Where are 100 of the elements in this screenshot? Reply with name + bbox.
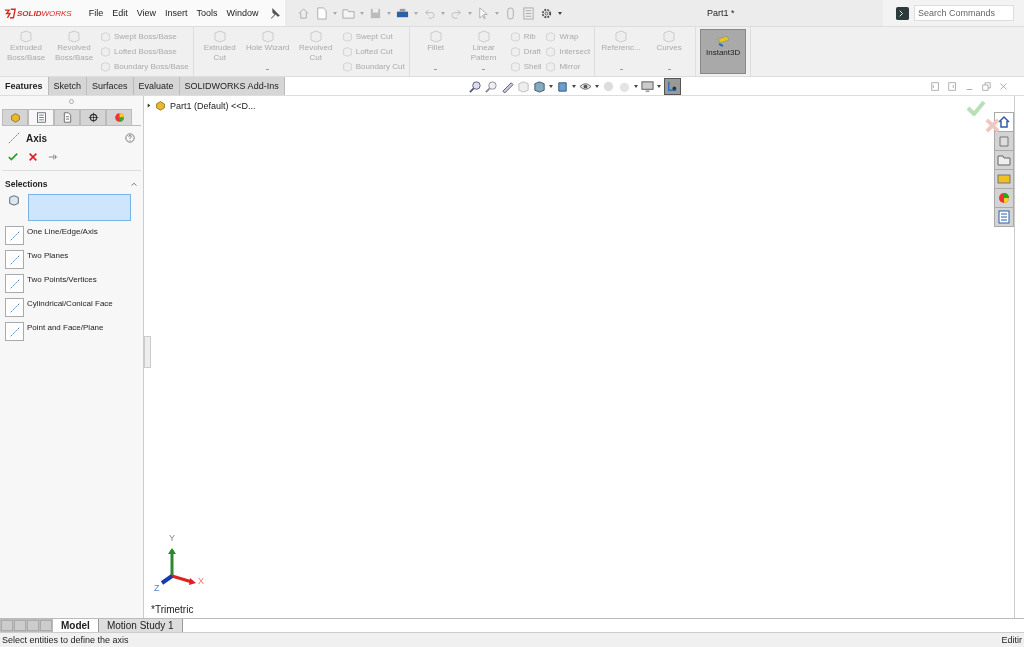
axis-label: Z (154, 584, 160, 593)
terminal-icon (896, 6, 909, 20)
close-icon[interactable] (999, 81, 1008, 91)
feature-icon (545, 31, 557, 42)
list-icon (35, 112, 47, 123)
option-label: One Line/Edge/Axis (27, 226, 98, 236)
document-tab[interactable]: Motion Study 1 (98, 619, 183, 632)
option-button[interactable] (5, 298, 24, 317)
feature-icon (100, 31, 111, 42)
tile-left-icon[interactable] (931, 81, 940, 91)
zoom-area-icon[interactable] (485, 79, 498, 93)
caret-icon[interactable] (558, 11, 562, 15)
close-icon[interactable] (28, 152, 38, 162)
paperclip-icon[interactable] (504, 6, 517, 20)
document-title: Part1 * (707, 8, 735, 18)
option-label: Cylindrical/Conical Face (27, 298, 113, 308)
feature-icon (509, 46, 521, 57)
scroll-arrow-button[interactable] (27, 620, 39, 631)
search-field[interactable]: Search Commands (914, 5, 1014, 21)
command-tab[interactable]: Evaluate (133, 77, 180, 95)
menu-item[interactable]: Tools (196, 8, 218, 18)
view-settings-icon[interactable] (664, 77, 681, 95)
save-icon[interactable] (369, 6, 382, 20)
scroll-arrow-button[interactable] (14, 620, 26, 631)
feature-icon (341, 31, 353, 42)
folder-icon[interactable] (342, 6, 355, 20)
part-icon (9, 112, 21, 123)
collapse-caret-icon[interactable] (130, 180, 138, 188)
configuration-icon (61, 112, 73, 123)
menu-item[interactable]: Insert (165, 8, 188, 18)
instant3d-button[interactable]: Instant3D (700, 29, 747, 74)
cursor-icon[interactable] (477, 6, 490, 20)
home-icon[interactable] (994, 112, 1014, 132)
pie-icon (113, 112, 125, 123)
view-name: *Trimetric (151, 604, 194, 615)
restore-icon[interactable] (982, 81, 991, 91)
feature-icon (341, 61, 353, 72)
scroll-arrow-button[interactable] (1, 620, 13, 631)
feature-icon (545, 46, 557, 57)
axis-label: Y (169, 534, 175, 543)
panel-tab[interactable] (80, 109, 106, 125)
feature-icon (509, 61, 521, 72)
option-label: Two Points/Vertices (27, 274, 97, 284)
feature-icon (100, 61, 111, 72)
tile-right-icon[interactable] (948, 81, 957, 91)
selection-field[interactable] (28, 194, 131, 221)
menu-item[interactable]: File (88, 8, 104, 18)
menu-item[interactable]: Edit (112, 8, 128, 18)
axis-label: X (198, 577, 204, 586)
part-icon (155, 100, 166, 111)
menu-item[interactable]: Window (226, 8, 259, 18)
checkmark-icon[interactable] (8, 152, 18, 162)
caret-icon[interactable] (572, 84, 576, 88)
option-button[interactable] (5, 322, 24, 341)
option-button[interactable] (5, 226, 24, 245)
crosshair-icon (87, 112, 99, 123)
caret-icon[interactable] (634, 84, 638, 88)
list-icon[interactable] (522, 6, 535, 20)
axis-icon (8, 132, 20, 144)
status-mode: Editir (1001, 635, 1022, 645)
option-button[interactable] (5, 274, 24, 293)
folder-icon[interactable] (994, 151, 1014, 170)
zoom-fit-icon[interactable] (469, 79, 482, 93)
help-icon[interactable] (125, 133, 135, 143)
command-tab[interactable]: SOLIDWORKS Add-Ins (179, 77, 285, 95)
command-tab[interactable]: Features (0, 77, 49, 95)
option-label: Two Planes (27, 250, 69, 260)
caret-icon[interactable] (657, 84, 661, 88)
color-wheel-icon[interactable] (994, 189, 1014, 208)
command-tab[interactable]: Sketch (48, 77, 88, 95)
feature-icon (545, 61, 557, 72)
expand-arrow-icon[interactable] (147, 103, 151, 108)
command-tab[interactable]: Surfaces (87, 77, 134, 95)
status-message: Select entities to define the axis (2, 635, 129, 645)
confirm-check-icon[interactable] (966, 100, 986, 116)
new-document-icon[interactable] (315, 6, 328, 20)
cube-icon (8, 194, 20, 206)
caret-icon[interactable] (595, 84, 599, 88)
app-logo: SOLIDWORKS (17, 8, 72, 18)
option-label: Point and Face/Plane (27, 322, 104, 332)
feature-icon (509, 31, 521, 42)
panel-title: Axis (26, 132, 48, 144)
ruler-icon (716, 34, 731, 48)
panel-tab[interactable] (28, 109, 54, 125)
printer-icon[interactable] (396, 6, 409, 20)
monitor-icon[interactable] (641, 79, 654, 93)
tree-item[interactable]: Part1 (Default) <<D... (147, 100, 256, 111)
logo-icon (4, 7, 16, 19)
settings-icon[interactable] (540, 6, 553, 20)
section-title: Selections (5, 179, 48, 189)
feature-icon (100, 46, 111, 57)
caret-icon[interactable] (549, 84, 553, 88)
panel-collapse-handle[interactable] (144, 336, 151, 368)
menu-item[interactable]: View (136, 8, 157, 18)
list-icon[interactable] (994, 208, 1014, 227)
scroll-arrow-button[interactable] (40, 620, 52, 631)
display-style-icon[interactable] (556, 79, 569, 93)
view-orientation-icon[interactable] (533, 79, 546, 93)
feature-icon (341, 46, 353, 57)
option-button[interactable] (5, 250, 24, 269)
